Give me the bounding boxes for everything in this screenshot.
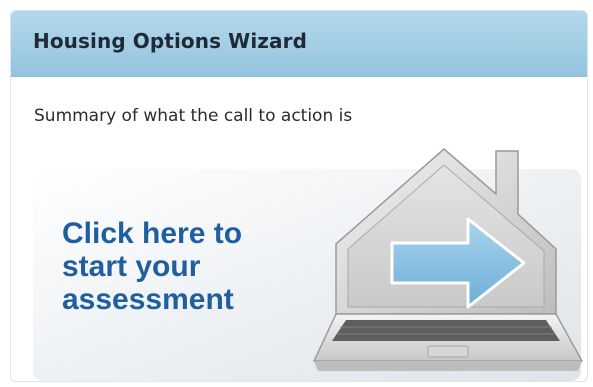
laptop-house-arrow-icon — [312, 148, 584, 371]
cta-line-3: assessment — [62, 283, 234, 316]
panel-summary: Summary of what the call to action is — [34, 106, 353, 126]
start-assessment-button[interactable]: Click here to start your assessment — [33, 148, 584, 381]
cta-label: Click here to start your assessment — [62, 217, 242, 316]
cta-line-2: start your — [62, 250, 201, 283]
housing-options-panel: Housing Options Wizard Summary of what t… — [10, 10, 588, 382]
panel-header: Housing Options Wizard — [11, 11, 587, 77]
panel-title: Housing Options Wizard — [33, 29, 308, 53]
cta-line-1: Click here to — [62, 217, 243, 250]
